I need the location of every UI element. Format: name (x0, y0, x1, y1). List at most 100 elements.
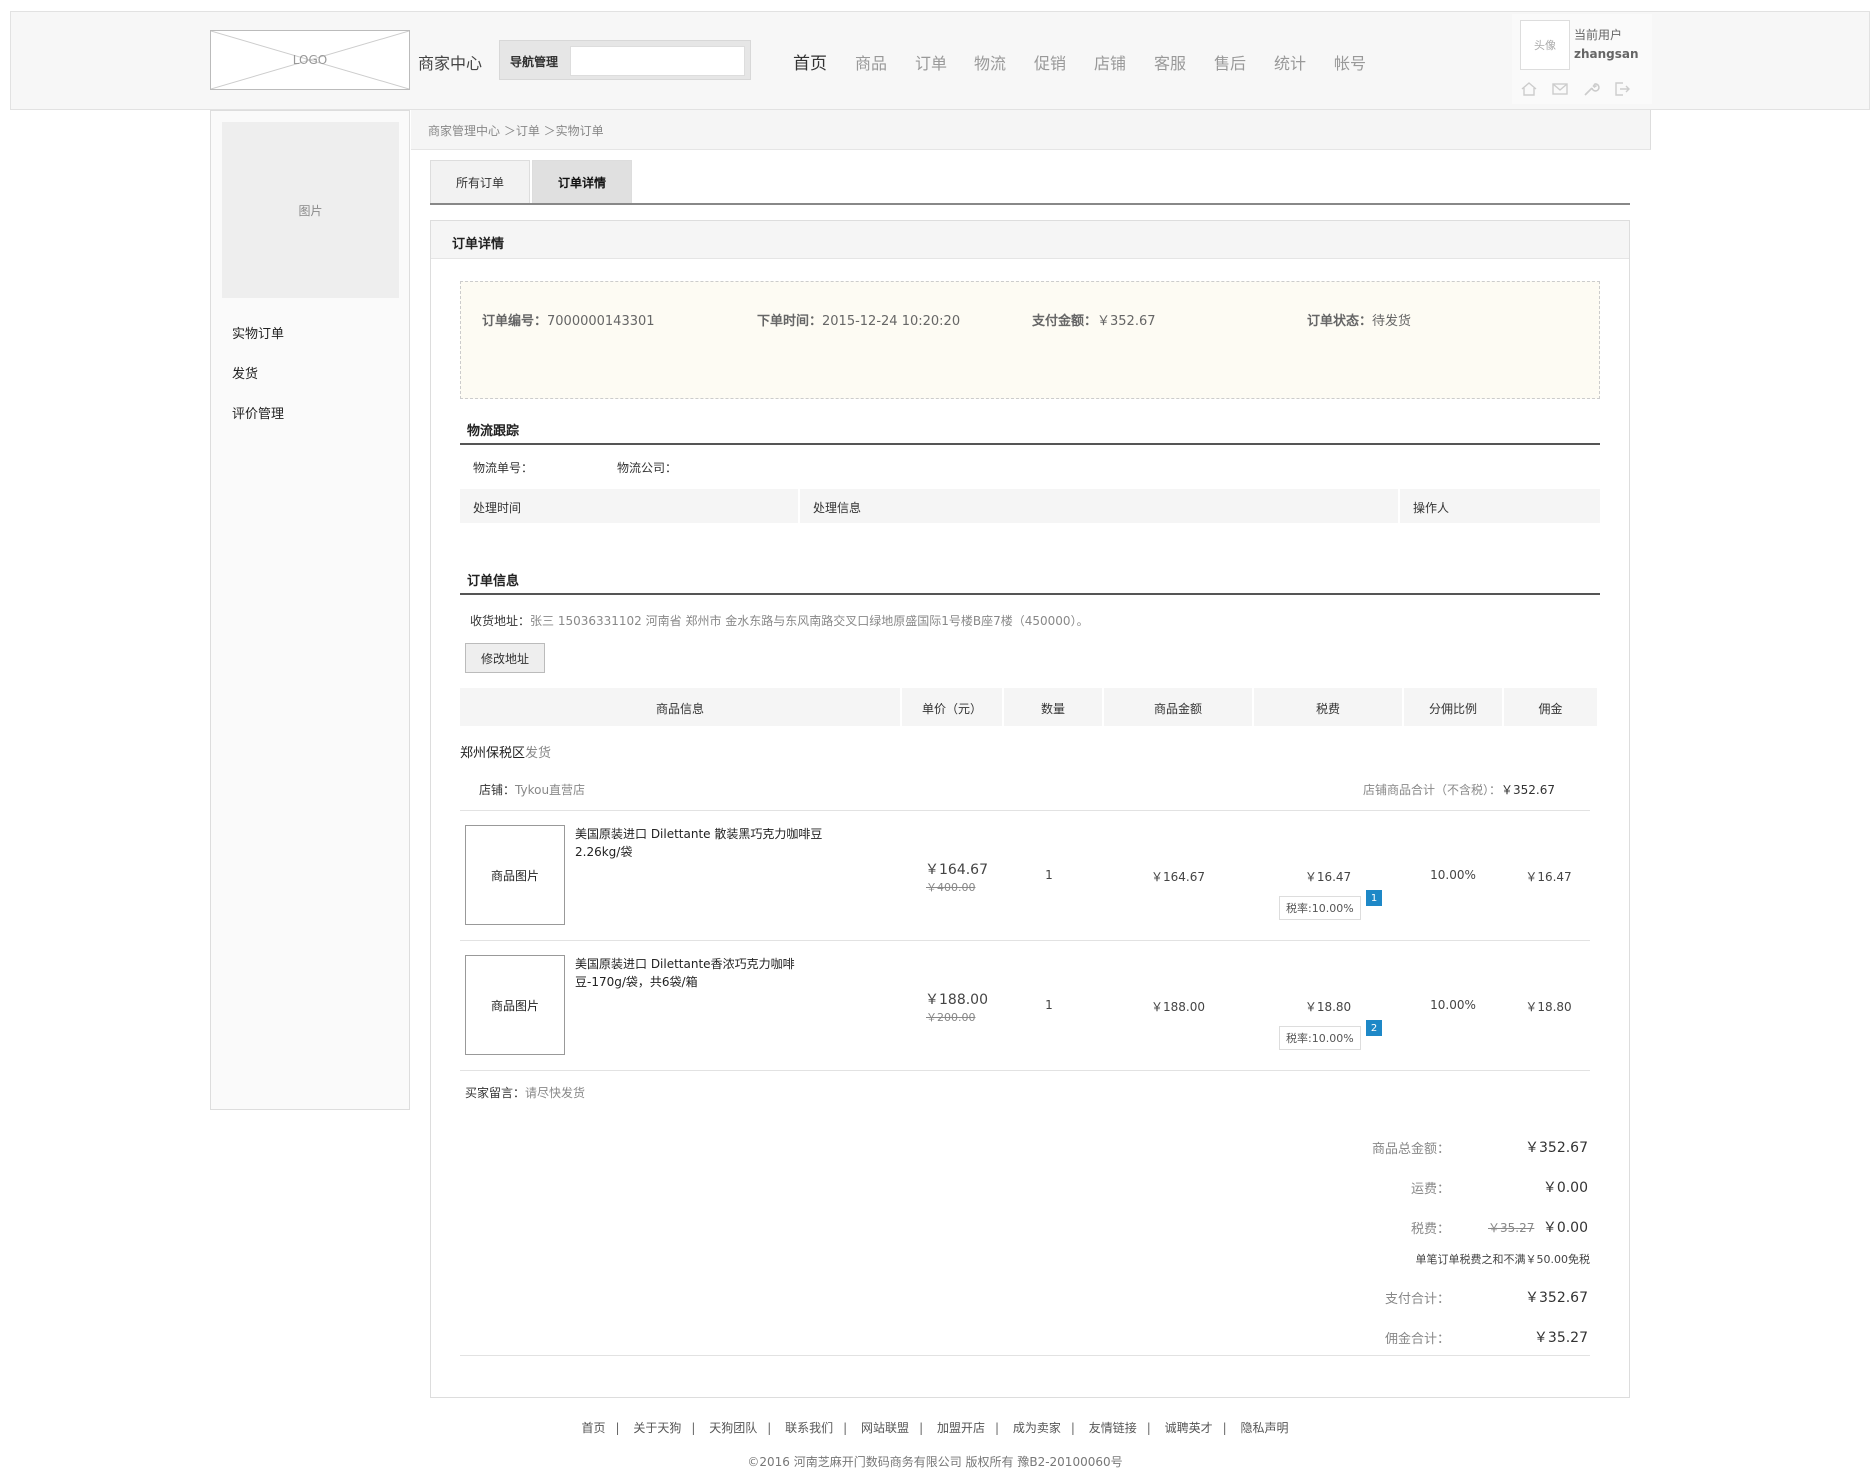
col-divider (798, 489, 800, 523)
order-status: 待发货 (1372, 314, 1412, 329)
warehouse-line: 郑州保税区发货 (460, 742, 551, 761)
commission-ratio: 10.00% (1430, 868, 1476, 882)
goods-image[interactable]: 商品图片 (465, 825, 565, 925)
order-time-field: 下单时间：2015-12-24 10:20:20 (757, 310, 960, 329)
order-status-label: 订单状态： (1307, 314, 1373, 329)
col-divider (1398, 489, 1400, 523)
logistics-divider (460, 443, 1600, 445)
unit-price: ￥164.67 (925, 862, 988, 878)
col-unit-price: 单价（元） (921, 702, 982, 716)
sidebar-item-reviews[interactable]: 评价管理 (232, 403, 284, 422)
user-box: 头像 当前用户 zhangsan (1512, 14, 1652, 104)
order-number: 7000000143301 (547, 314, 655, 329)
goods-amount: ￥164.67 (1151, 870, 1205, 884)
nav-orders[interactable]: 订单 (915, 50, 947, 74)
site-title: 商家中心 (418, 54, 483, 73)
unit-price: ￥188.00 (925, 992, 988, 1008)
col-tax: 税费 (1315, 702, 1340, 716)
shop-total: ￥352.67 (1501, 783, 1555, 797)
tab-order-detail[interactable]: 订单详情 (532, 160, 633, 204)
tab-all-orders[interactable]: 所有订单 (430, 160, 531, 204)
pay-amount-label: 支付金额： (1032, 314, 1098, 329)
order-info-title: 订单信息 (467, 574, 520, 589)
panel-header: 订单详情 (431, 221, 1629, 259)
col-commission: 佣金 (1538, 702, 1563, 716)
avatar[interactable]: 头像 (1520, 20, 1570, 70)
nav-store[interactable]: 店铺 (1094, 50, 1126, 74)
goods-total-label: 商品总金额： (1371, 1142, 1450, 1157)
warehouse-suffix: 发货 (525, 746, 552, 761)
nav-management-label: 导航管理 (510, 55, 559, 69)
logo[interactable]: LOGO (210, 30, 410, 90)
nav-logistics[interactable]: 物流 (974, 50, 1006, 74)
wrench-icon[interactable] (1582, 80, 1600, 98)
tax-free-note: 单笔订单税费之和不满￥50.00免税 (1415, 1253, 1591, 1266)
footer-link[interactable]: 诚聘英才 (1165, 1421, 1213, 1435)
footer-link[interactable]: 隐私声明 (1241, 1421, 1289, 1435)
warehouse: 郑州保税区 (460, 746, 526, 761)
footer-link[interactable]: 网站联盟 (861, 1421, 909, 1435)
pay-total-label: 支付合计： (1384, 1292, 1450, 1307)
original-price: ￥200.00 (926, 1011, 976, 1024)
logistics-title: 物流跟踪 (467, 424, 520, 439)
row-divider (460, 810, 1590, 811)
footer-link[interactable]: 联系我们 (785, 1421, 833, 1435)
col-operator: 操作人 (1413, 501, 1450, 515)
nav-account[interactable]: 帐号 (1334, 50, 1366, 74)
breadcrumb-bar: 商家管理中心 ＞订单 ＞实物订单 (411, 110, 1651, 150)
nav-home[interactable]: 首页 (793, 49, 827, 74)
waybill-label: 物流单号： (473, 461, 534, 475)
logistics-company-label: 物流公司： (617, 461, 678, 475)
address: 张三 15036331102 河南省 郑州市 金水东路与东风南路交叉口绿地原盛国… (530, 614, 1089, 628)
buyer-note: 请尽快发货 (525, 1086, 586, 1100)
nav-promotions[interactable]: 促销 (1034, 50, 1066, 74)
footer-link[interactable]: 首页 (581, 1421, 605, 1435)
footer-link[interactable]: 加盟开店 (937, 1421, 985, 1435)
pay-amount: ￥352.67 (1097, 314, 1156, 329)
item-badge: 1 (1366, 890, 1382, 906)
quantity: 1 (1045, 868, 1053, 882)
nav-management-input[interactable] (570, 46, 745, 76)
col-quantity: 数量 (1040, 702, 1065, 716)
order-summary: 订单编号：7000000143301 下单时间：2015-12-24 10:20… (460, 281, 1600, 399)
order-time-label: 下单时间： (757, 314, 823, 329)
col-process-time: 处理时间 (473, 501, 522, 515)
col-goods-info: 商品信息 (655, 702, 704, 716)
shop-name[interactable]: Tykou直营店 (515, 783, 585, 797)
sidebar-item-physical-orders[interactable]: 实物订单 (232, 323, 284, 342)
col-commission-ratio: 分佣比例 (1428, 702, 1477, 716)
sidebar-item-shipping[interactable]: 发货 (232, 363, 258, 382)
tab-divider (430, 203, 1630, 205)
order-number-label: 订单编号： (482, 314, 548, 329)
tax-total-label: 税费： (1410, 1222, 1450, 1237)
footer-link[interactable]: 成为卖家 (1013, 1421, 1061, 1435)
tax-amount: ￥18.80 (1304, 1000, 1352, 1014)
row-divider (460, 940, 1590, 941)
mail-icon[interactable] (1551, 80, 1569, 98)
home-icon[interactable] (1520, 80, 1538, 98)
tax-rate-tag[interactable]: 税率:10.00% (1279, 1026, 1361, 1050)
edit-address-button[interactable]: 修改地址 (465, 643, 545, 673)
nav-statistics[interactable]: 统计 (1274, 50, 1306, 74)
nav-after-sales[interactable]: 售后 (1214, 50, 1246, 74)
footer-link[interactable]: 天狗团队 (709, 1421, 757, 1435)
goods-name[interactable]: 美国原装进口 Dilettante香浓巧克力咖啡豆-170g/袋，共6袋/箱 (575, 955, 825, 991)
copyright: ©2016 河南芝麻开门数码商务有限公司 版权所有 豫B2-20100060号 (747, 1455, 1123, 1469)
tax-rate-tag[interactable]: 税率:10.00% (1279, 896, 1361, 920)
footer-link[interactable]: 关于天狗 (633, 1421, 681, 1435)
row-divider (460, 1355, 1590, 1356)
commission-total: ￥35.27 (1533, 1330, 1588, 1346)
goods-name[interactable]: 美国原装进口 Dilettante 散装黑巧克力咖啡豆2.26kg/袋 (575, 825, 825, 861)
goods-image[interactable]: 商品图片 (465, 955, 565, 1055)
buyer-note-label: 买家留言： (465, 1086, 526, 1100)
nav-products[interactable]: 商品 (855, 50, 887, 74)
footer-link[interactable]: 友情链接 (1089, 1421, 1137, 1435)
order-number-field: 订单编号：7000000143301 (482, 310, 655, 329)
logo-text: LOGO (292, 53, 328, 67)
nav-customer-service[interactable]: 客服 (1154, 50, 1186, 74)
logout-icon[interactable] (1613, 80, 1631, 98)
nav-management-box: 导航管理 (499, 40, 751, 80)
panel-title: 订单详情 (452, 237, 505, 252)
logistics-table-header: 处理时间 处理信息 操作人 (460, 489, 1600, 523)
shipping-label: 运费： (1410, 1182, 1450, 1197)
